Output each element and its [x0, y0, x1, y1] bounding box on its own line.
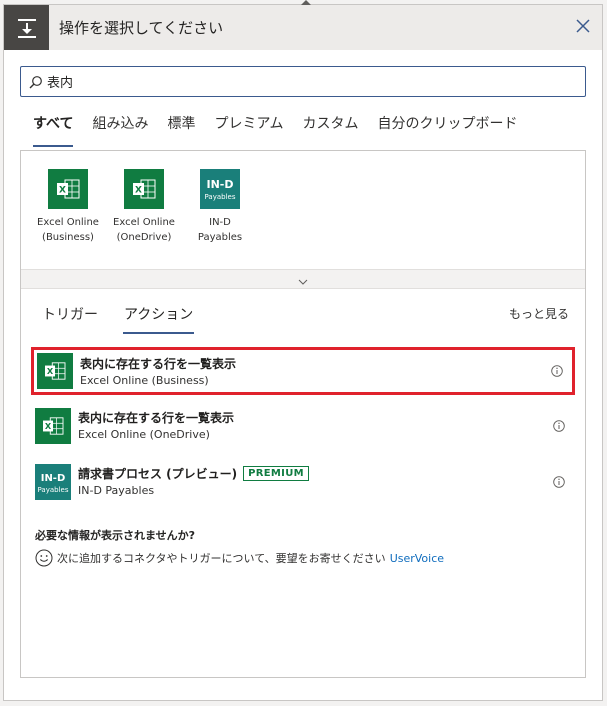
- expand-connectors-bar[interactable]: [21, 269, 585, 289]
- close-icon[interactable]: [572, 15, 594, 37]
- ind-payables-icon: IN-D Payables: [200, 169, 240, 209]
- svg-text:X: X: [135, 186, 142, 196]
- action-title: 表内に存在する行を一覧表示: [80, 355, 236, 372]
- info-icon[interactable]: [553, 476, 565, 488]
- svg-text:Payables: Payables: [205, 193, 236, 201]
- see-more-link[interactable]: もっと見る: [509, 305, 569, 322]
- tab-custom[interactable]: カスタム: [303, 113, 359, 147]
- tab-actions[interactable]: アクション: [123, 304, 195, 334]
- chevron-down-icon: [298, 270, 308, 289]
- tab-my-clipboard[interactable]: 自分のクリップボード: [378, 113, 518, 147]
- choose-operation-dialog: 操作を選択してください すべて 組み込み 標準 プレミアム カスタム 自分のクリ…: [3, 0, 603, 701]
- feedback-text: 次に追加するコネクタやトリガーについて、要望をお寄せください: [57, 552, 386, 565]
- connector-excel-business[interactable]: X Excel Online (Business): [30, 151, 106, 269]
- action-title-text: 請求書プロセス (プレビュー): [78, 467, 238, 481]
- action-item-list-rows-business[interactable]: X 表内に存在する行を一覧表示 Excel Online (Business): [31, 347, 575, 395]
- trigger-action-tabs: トリガー アクション: [41, 304, 218, 334]
- svg-text:IN-D: IN-D: [41, 473, 66, 484]
- tab-builtin[interactable]: 組み込み: [92, 113, 148, 147]
- connector-label: IN-D Payables: [197, 217, 243, 243]
- svg-text:X: X: [47, 366, 54, 376]
- action-title-text: 表内に存在する行を一覧表示: [78, 411, 235, 425]
- action-step-icon: [4, 5, 49, 50]
- action-title: 請求書プロセス (プレビュー) PREMIUM: [78, 465, 309, 482]
- tab-premium[interactable]: プレミアム: [214, 113, 283, 147]
- action-title: 表内に存在する行を一覧表示: [78, 409, 234, 426]
- dialog-header: 操作を選択してください: [4, 5, 602, 50]
- connector-ind-payables[interactable]: IN-D Payables IN-D Payables: [182, 151, 258, 269]
- search-input[interactable]: [47, 74, 547, 89]
- svg-text:IN-D: IN-D: [207, 178, 234, 191]
- connector-label: Excel Online (Business): [37, 217, 99, 243]
- excel-icon: X: [37, 353, 73, 389]
- svg-text:X: X: [59, 186, 66, 196]
- tab-all[interactable]: すべて: [33, 113, 74, 147]
- action-title-text: 表内に存在する行を一覧表示: [80, 357, 237, 371]
- info-icon[interactable]: [553, 420, 565, 432]
- ind-payables-icon: IN-D Payables: [35, 464, 71, 500]
- tab-triggers[interactable]: トリガー: [41, 304, 99, 334]
- feedback-row: 次に追加するコネクタやトリガーについて、要望をお寄せください UserVoice: [35, 549, 444, 567]
- action-connector-name: Excel Online (Business): [80, 374, 209, 387]
- tab-standard[interactable]: 標準: [167, 113, 195, 147]
- svg-text:Payables: Payables: [38, 486, 69, 494]
- category-tabs: すべて 組み込み 標準 プレミアム カスタム 自分のクリップボード: [33, 113, 537, 147]
- missing-info-title: 必要な情報が表示されませんか?: [35, 529, 196, 542]
- excel-icon: X: [35, 408, 71, 444]
- svg-text:X: X: [45, 421, 52, 431]
- connector-list: X Excel Online (Business) X Excel Online…: [21, 151, 585, 269]
- premium-badge: PREMIUM: [243, 466, 309, 481]
- uservoice-link[interactable]: UserVoice: [390, 552, 444, 565]
- connector-label: Excel Online (OneDrive): [113, 217, 175, 243]
- search-icon: [29, 75, 43, 89]
- search-box[interactable]: [20, 66, 586, 97]
- action-item-list-rows-onedrive[interactable]: X 表内に存在する行を一覧表示 Excel Online (OneDrive): [31, 403, 575, 451]
- excel-icon: X: [48, 169, 88, 209]
- results-panel: X Excel Online (Business) X Excel Online…: [20, 150, 586, 678]
- info-icon[interactable]: [551, 365, 563, 377]
- smiley-icon: [35, 549, 53, 567]
- excel-icon: X: [124, 169, 164, 209]
- action-item-invoice-process[interactable]: IN-D Payables 請求書プロセス (プレビュー) PREMIUM IN…: [31, 459, 575, 507]
- dialog-title: 操作を選択してください: [59, 19, 224, 37]
- action-connector-name: Excel Online (OneDrive): [78, 428, 210, 441]
- action-connector-name: IN-D Payables: [78, 484, 155, 497]
- connector-excel-onedrive[interactable]: X Excel Online (OneDrive): [106, 151, 182, 269]
